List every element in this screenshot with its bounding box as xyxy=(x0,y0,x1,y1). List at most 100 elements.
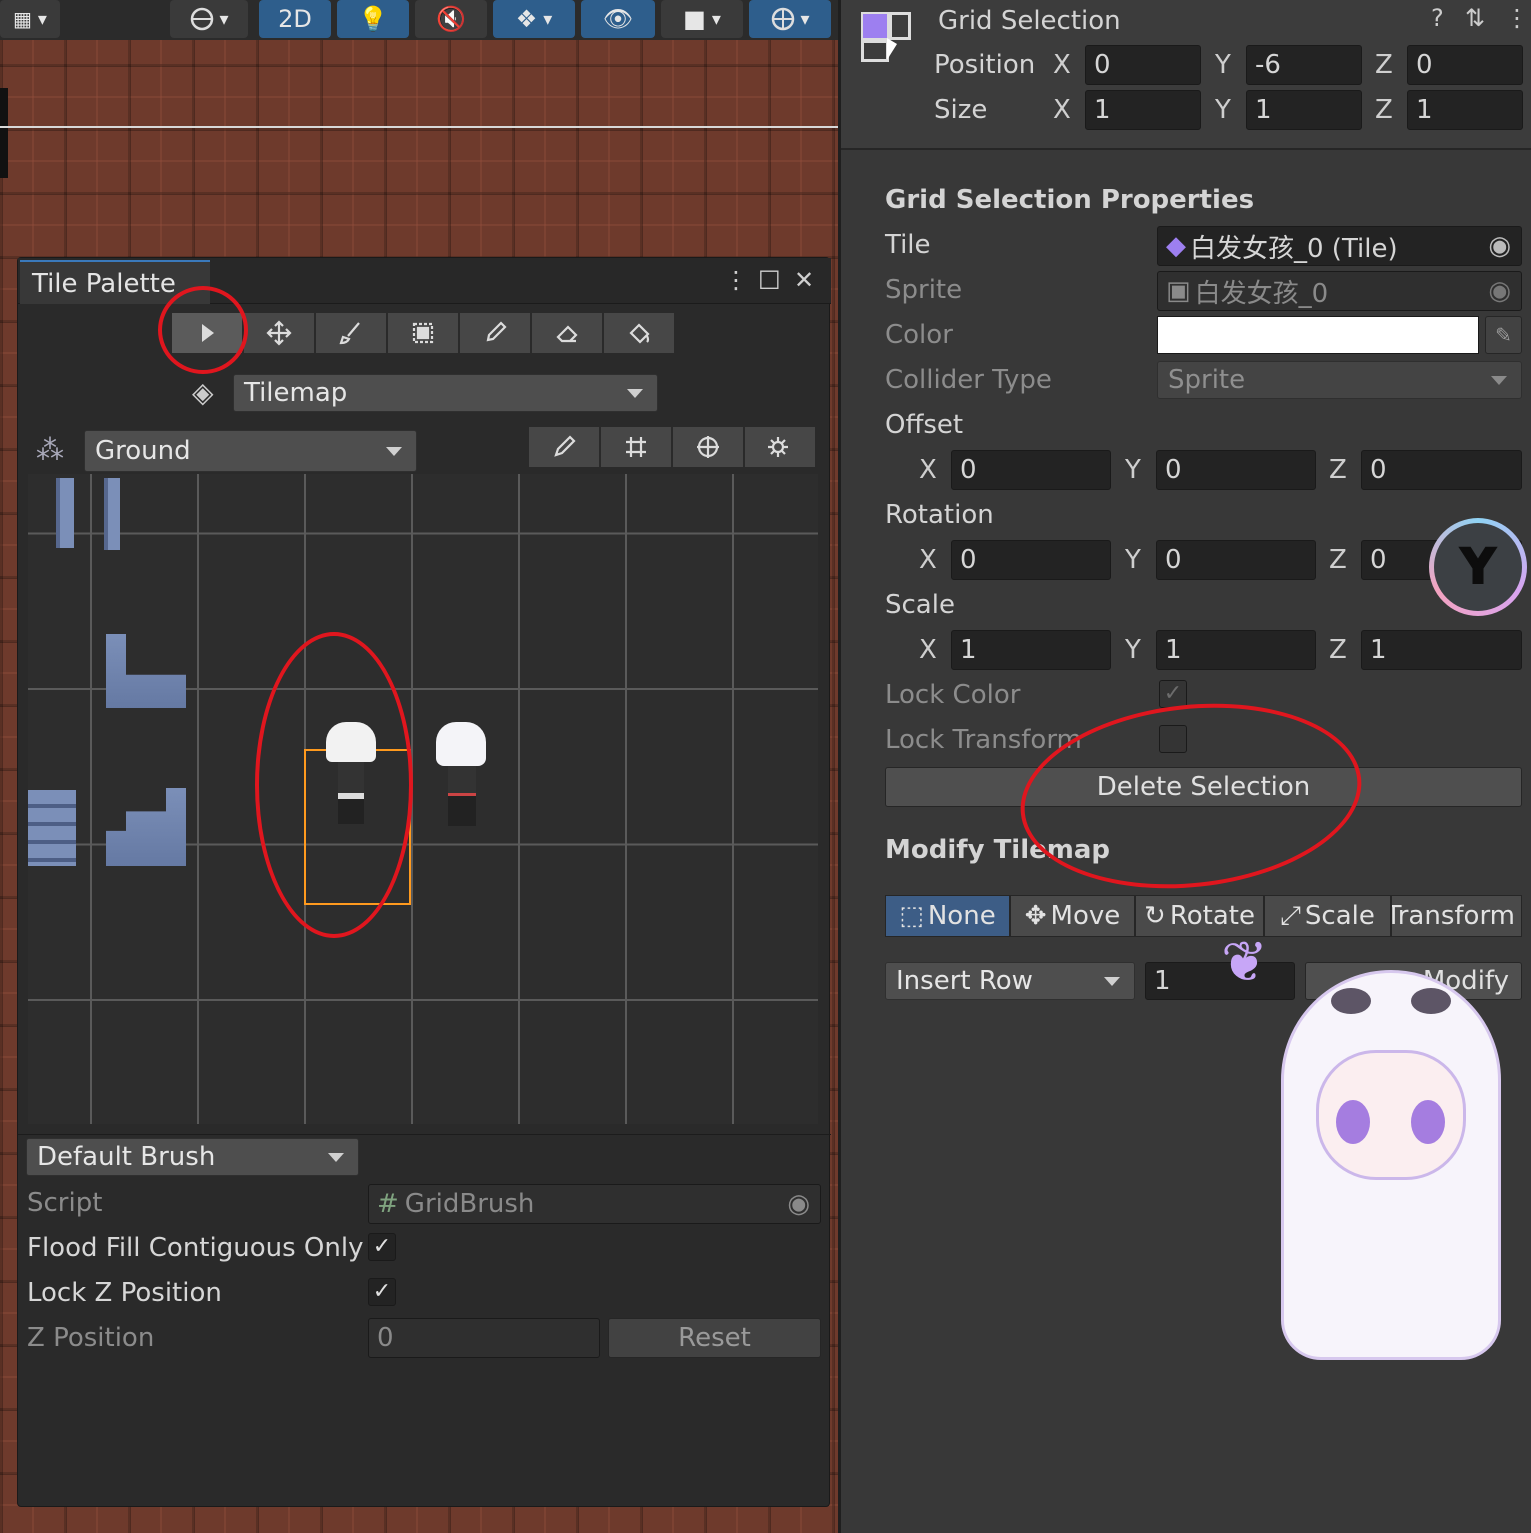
more-options-icon[interactable]: ⋮ xyxy=(724,266,748,294)
offset-z-value: 0 xyxy=(1370,455,1387,485)
inspector-title: Grid Selection xyxy=(938,6,1121,36)
axis-z-label: Z xyxy=(1375,95,1393,125)
insert-mode-dropdown[interactable]: Insert Row xyxy=(885,962,1135,1000)
palette-settings-button[interactable] xyxy=(744,426,816,468)
speaker-mute-icon: 🔇 xyxy=(436,5,466,33)
size-z-field[interactable]: 1 xyxy=(1407,90,1523,130)
scene-object xyxy=(0,88,8,178)
modify-mode-move[interactable]: ✥ Move xyxy=(1010,895,1135,937)
layers-icon: ❖ xyxy=(515,5,538,33)
brush-dropdown[interactable]: Default Brush xyxy=(26,1138,359,1176)
size-x-field[interactable]: 1 xyxy=(1085,90,1201,130)
chevron-down-icon: ▾ xyxy=(219,8,229,30)
collider-type-dropdown[interactable]: Sprite xyxy=(1157,361,1522,399)
grid-icon: ▦ xyxy=(13,7,32,31)
offset-x-field[interactable]: 0 xyxy=(951,450,1111,490)
presets-icon[interactable]: ⇅ xyxy=(1465,4,1485,32)
rotation-y-field[interactable]: 0 xyxy=(1156,540,1316,580)
flood-fill-checkbox[interactable]: ✓ xyxy=(368,1233,396,1261)
collider-type-label: Collider Type xyxy=(885,365,1052,395)
edit-palette-button[interactable] xyxy=(528,426,600,468)
rotation-z-value: 0 xyxy=(1370,545,1387,575)
lock-color-checkbox[interactable]: ✓ xyxy=(1159,680,1187,708)
move-tool-button[interactable] xyxy=(243,312,315,354)
modify-mode-transform[interactable]: Transform xyxy=(1391,895,1522,937)
object-picker-icon[interactable]: ◉ xyxy=(1488,276,1511,306)
tile-cell[interactable] xyxy=(106,634,186,708)
fill-tool-button[interactable] xyxy=(603,312,675,354)
axis-x-label: X xyxy=(1053,50,1071,80)
camera-dropdown[interactable]: ■ ▾ xyxy=(661,0,743,38)
close-icon[interactable]: ✕ xyxy=(794,266,814,294)
palette-tile-grid[interactable] xyxy=(28,474,818,1124)
chevron-down-icon: ▾ xyxy=(543,8,553,30)
box-fill-tool-button[interactable] xyxy=(387,312,459,354)
scene-grid-line xyxy=(0,126,838,128)
move-arrows-icon: ✥ xyxy=(1024,901,1047,931)
size-z-value: 1 xyxy=(1416,95,1433,125)
palette-dropdown[interactable]: Ground xyxy=(84,430,417,472)
paint-tool-button[interactable] xyxy=(315,312,387,354)
modify-mode-rotate[interactable]: ↻ Rotate xyxy=(1135,895,1264,937)
effects-dropdown[interactable]: ❖ ▾ xyxy=(493,0,575,38)
gizmos-dropdown[interactable]: ▾ xyxy=(749,0,831,38)
maximize-icon[interactable]: □ xyxy=(758,264,781,292)
offset-label: Offset xyxy=(885,410,964,440)
rotation-x-field[interactable]: 0 xyxy=(951,540,1111,580)
active-tilemap-dropdown[interactable]: Tilemap xyxy=(233,374,658,412)
scale-z-field[interactable]: 1 xyxy=(1361,630,1522,670)
erase-tool-button[interactable] xyxy=(531,312,603,354)
grid-snap-dropdown[interactable]: ▦ ▾ xyxy=(0,0,60,38)
audio-toggle[interactable]: 🔇 xyxy=(415,0,487,38)
chevron-down-icon xyxy=(328,1153,344,1162)
help-icon[interactable]: ? xyxy=(1431,4,1444,32)
visibility-toggle[interactable]: 👁 xyxy=(581,0,655,38)
tile-cell[interactable] xyxy=(28,790,76,866)
active-tilemap-value: Tilemap xyxy=(244,378,348,408)
lock-z-checkbox[interactable]: ✓ xyxy=(368,1278,396,1306)
picker-tool-button[interactable] xyxy=(459,312,531,354)
reset-button[interactable]: Reset xyxy=(608,1318,821,1358)
offset-z-field[interactable]: 0 xyxy=(1361,450,1522,490)
tile-field[interactable]: ◆ 白发女孩_0 (Tile) ◉ xyxy=(1157,226,1522,266)
sprite-field[interactable]: ▣ 白发女孩_0 ◉ xyxy=(1157,271,1522,311)
tile-cell[interactable] xyxy=(56,478,74,548)
offset-y-field[interactable]: 0 xyxy=(1156,450,1316,490)
tile-cell[interactable] xyxy=(106,788,186,866)
scale-y-value: 1 xyxy=(1165,635,1182,665)
reset-label: Reset xyxy=(678,1323,751,1353)
gizmos-toggle-button[interactable] xyxy=(672,426,744,468)
eyedropper-icon: ✎ xyxy=(1495,323,1512,347)
object-picker-icon[interactable]: ◉ xyxy=(787,1189,810,1219)
collider-type-value: Sprite xyxy=(1168,365,1246,395)
grid-icon xyxy=(626,437,646,457)
modify-mode-scale[interactable]: ⤢ Scale xyxy=(1264,895,1391,937)
color-picker-button[interactable]: ✎ xyxy=(1485,316,1522,354)
modify-button[interactable]: Modify xyxy=(1305,962,1522,1000)
script-field[interactable]: # GridBrush ◉ xyxy=(368,1184,821,1224)
chevron-down-icon: ▾ xyxy=(711,8,721,30)
z-position-field[interactable]: 0 xyxy=(368,1318,600,1358)
size-y-field[interactable]: 1 xyxy=(1246,90,1362,130)
inspector-header: Grid Selection ? ⇅ ⋮ Position X 0 Y -6 Z… xyxy=(841,0,1531,150)
axis-y-label: Y xyxy=(1125,545,1141,575)
grid-toggle-button[interactable] xyxy=(600,426,672,468)
insert-count-field[interactable]: 1 xyxy=(1145,962,1295,1000)
toggle-2d-button[interactable]: 2D xyxy=(259,0,331,38)
position-y-field[interactable]: -6 xyxy=(1246,45,1362,85)
modify-mode-none[interactable]: ⬚ None xyxy=(885,895,1010,937)
scale-x-field[interactable]: 1 xyxy=(951,630,1111,670)
tile-cell[interactable] xyxy=(104,478,120,550)
position-x-field[interactable]: 0 xyxy=(1085,45,1201,85)
position-z-value: 0 xyxy=(1416,50,1433,80)
sticker-eye xyxy=(1336,1100,1370,1144)
color-swatch[interactable] xyxy=(1157,316,1479,354)
object-picker-icon[interactable]: ◉ xyxy=(1488,231,1511,261)
lighting-toggle[interactable]: 💡 xyxy=(337,0,409,38)
position-z-field[interactable]: 0 xyxy=(1407,45,1523,85)
more-options-icon[interactable]: ⋮ xyxy=(1505,4,1529,32)
gizmo-icon xyxy=(772,7,795,31)
assistant-badge[interactable]: Y xyxy=(1429,518,1527,616)
shading-mode-dropdown[interactable]: ▾ xyxy=(170,0,248,38)
scale-y-field[interactable]: 1 xyxy=(1156,630,1316,670)
